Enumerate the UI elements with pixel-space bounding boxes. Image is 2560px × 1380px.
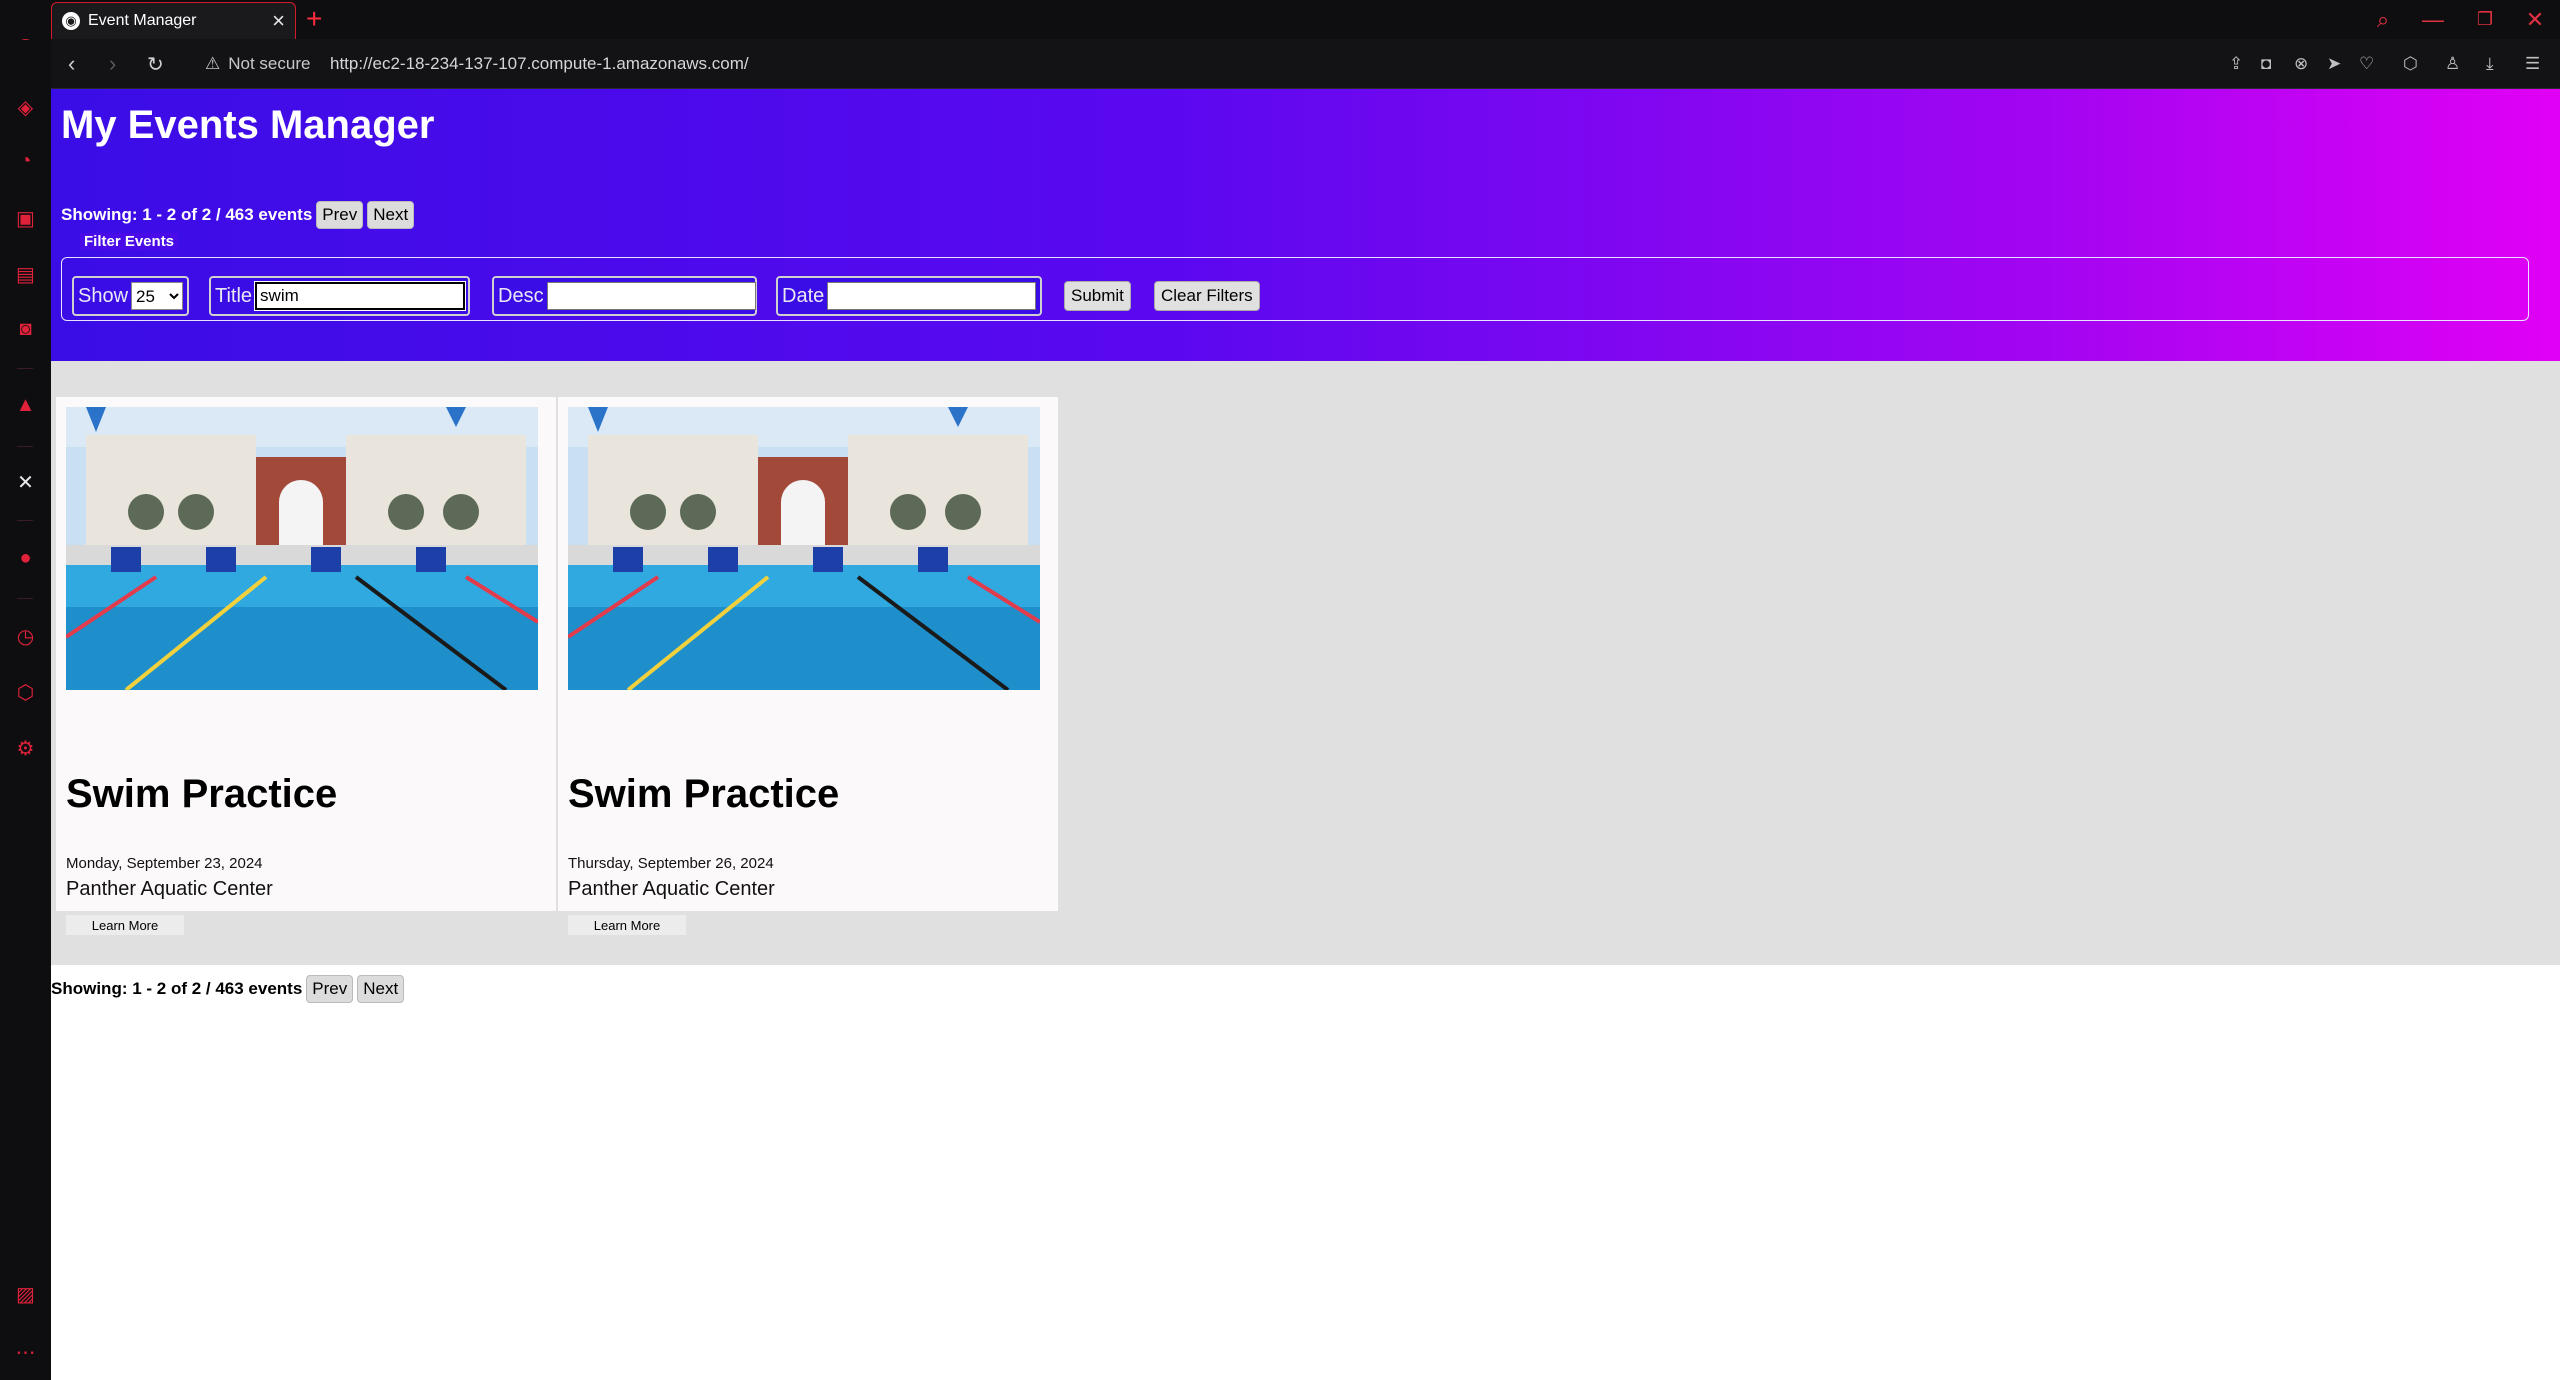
title-label: Title bbox=[215, 284, 253, 307]
clear-filters-button[interactable]: Clear Filters bbox=[1154, 281, 1260, 311]
url-field[interactable]: http://ec2-18-234-137-107.compute-1.amaz… bbox=[330, 39, 749, 89]
prev-button[interactable]: Prev bbox=[316, 201, 364, 229]
desc-filter: Desc bbox=[492, 276, 757, 316]
address-bar: ‹ › ↻ ⚠ Not secure http://ec2-18-234-137… bbox=[51, 39, 2560, 89]
showing-count: Showing: 1 - 2 of 2 / 463 events bbox=[61, 205, 313, 224]
more-options-icon[interactable]: ⋯ bbox=[0, 1340, 51, 1365]
browser-sidebar: ◯ ◈ ◔ ▣ ▤ ◙ ▲ ✕ ● ◷ ⬡ ⚙ ▨ ⋯ bbox=[0, 0, 51, 1380]
reload-icon[interactable]: ↻ bbox=[147, 39, 164, 89]
web-page: My Events Manager Showing: 1 - 2 of 2 / … bbox=[51, 89, 2560, 1380]
learn-more-button[interactable]: Learn More bbox=[66, 915, 184, 935]
prev-button[interactable]: Prev bbox=[306, 975, 354, 1003]
tab-title: Event Manager bbox=[88, 12, 197, 29]
desc-label: Desc bbox=[498, 284, 544, 307]
learn-more-button[interactable]: Learn More bbox=[568, 915, 686, 935]
header-banner: My Events Manager Showing: 1 - 2 of 2 / … bbox=[51, 89, 2560, 361]
pagination-top: Showing: 1 - 2 of 2 / 463 events Prev Ne… bbox=[61, 201, 415, 229]
sidebar-divider bbox=[17, 598, 33, 599]
event-location: Panther Aquatic Center bbox=[568, 878, 775, 900]
snapshot-camera-icon[interactable]: ◘ bbox=[2261, 39, 2271, 89]
download-icon[interactable]: ⤓ bbox=[2486, 39, 2494, 89]
easy-setup-icon[interactable]: ☰ bbox=[2525, 39, 2540, 89]
favorite-heart-icon[interactable]: ♡ bbox=[2359, 39, 2374, 89]
page-title: My Events Manager bbox=[61, 103, 435, 147]
pool-image-svg bbox=[568, 407, 1040, 690]
restore-icon[interactable]: ❐ bbox=[2470, 0, 2500, 39]
sidebar-divider bbox=[17, 520, 33, 521]
globe-icon: ◉ bbox=[62, 12, 80, 30]
date-label: Date bbox=[782, 284, 825, 307]
forward-icon[interactable]: › bbox=[109, 39, 116, 89]
event-title: Swim Practice bbox=[66, 772, 338, 816]
close-window-icon[interactable]: ✕ bbox=[2520, 0, 2550, 39]
filter-legend: Filter Events bbox=[80, 233, 179, 250]
ad-block-icon[interactable]: ⊗ bbox=[2294, 39, 2308, 89]
event-date: Thursday, September 26, 2024 bbox=[568, 855, 774, 872]
show-select[interactable]: 25 bbox=[131, 282, 183, 310]
event-card: Swim Practice Monday, September 23, 2024… bbox=[56, 397, 556, 935]
minimize-icon[interactable]: — bbox=[2418, 0, 2448, 39]
event-title: Swim Practice bbox=[568, 772, 840, 816]
search-tabs-icon[interactable]: ⌕ bbox=[2368, 0, 2398, 39]
date-filter: Date bbox=[776, 276, 1042, 316]
back-icon[interactable]: ‹ bbox=[68, 39, 75, 89]
show-filter: Show 25 bbox=[72, 276, 189, 316]
new-tab-icon[interactable]: + bbox=[306, 2, 322, 36]
sidebar-divider bbox=[17, 446, 33, 447]
event-image-pool bbox=[568, 407, 1040, 690]
sidebar-divider bbox=[17, 368, 33, 369]
extensions-cube-icon[interactable]: ⬡ bbox=[0, 680, 51, 705]
event-image-pool bbox=[66, 407, 538, 690]
history-icon[interactable]: ◷ bbox=[0, 624, 51, 649]
date-input[interactable] bbox=[827, 282, 1037, 310]
extensions-icon[interactable]: ⬡ bbox=[2403, 39, 2418, 89]
pagination-bottom: Showing: 1 - 2 of 2 / 463 events Prev Ne… bbox=[51, 975, 405, 1003]
music-player-icon[interactable]: ● bbox=[0, 547, 51, 570]
aria-icon[interactable]: ▲ bbox=[0, 394, 51, 417]
submit-button[interactable]: Submit bbox=[1064, 281, 1131, 311]
briefcase-icon[interactable]: ▣ bbox=[0, 206, 51, 231]
title-input[interactable] bbox=[254, 281, 467, 311]
show-label: Show bbox=[78, 284, 129, 307]
warning-icon: ⚠ bbox=[205, 54, 221, 73]
showing-count: Showing: 1 - 2 of 2 / 463 events bbox=[51, 979, 303, 998]
twitch-icon[interactable]: ▤ bbox=[0, 262, 51, 287]
security-indicator[interactable]: ⚠ Not secure bbox=[205, 39, 310, 89]
instagram-icon[interactable]: ◙ bbox=[0, 318, 51, 341]
tab-bar: ◉ Event Manager × + ⌕ — ❐ ✕ bbox=[0, 0, 2560, 39]
gallery-icon[interactable]: ▨ bbox=[0, 1282, 51, 1307]
tab-event-manager[interactable]: ◉ Event Manager × bbox=[51, 2, 296, 39]
security-label: Not secure bbox=[228, 54, 311, 73]
send-icon[interactable]: ➤ bbox=[2327, 39, 2341, 89]
next-button[interactable]: Next bbox=[357, 975, 405, 1003]
profile-icon[interactable]: ♙ bbox=[2445, 39, 2460, 89]
desc-input[interactable] bbox=[546, 282, 756, 310]
event-card: Swim Practice Thursday, September 26, 20… bbox=[558, 397, 1058, 935]
x-twitter-icon[interactable]: ✕ bbox=[0, 470, 51, 495]
title-filter: Title bbox=[209, 276, 470, 316]
event-location: Panther Aquatic Center bbox=[66, 878, 273, 900]
event-date: Monday, September 23, 2024 bbox=[66, 855, 263, 872]
settings-gear-icon[interactable]: ⚙ bbox=[0, 736, 51, 761]
pool-image-svg bbox=[66, 407, 538, 690]
speed-dial-icon[interactable]: ◔ bbox=[0, 150, 51, 173]
gamepad-icon[interactable]: ◈ bbox=[0, 95, 51, 120]
share-icon[interactable]: ⇪ bbox=[2229, 39, 2243, 89]
close-tab-icon[interactable]: × bbox=[272, 8, 285, 34]
next-button[interactable]: Next bbox=[367, 201, 415, 229]
events-grid: Swim Practice Monday, September 23, 2024… bbox=[51, 361, 2560, 965]
